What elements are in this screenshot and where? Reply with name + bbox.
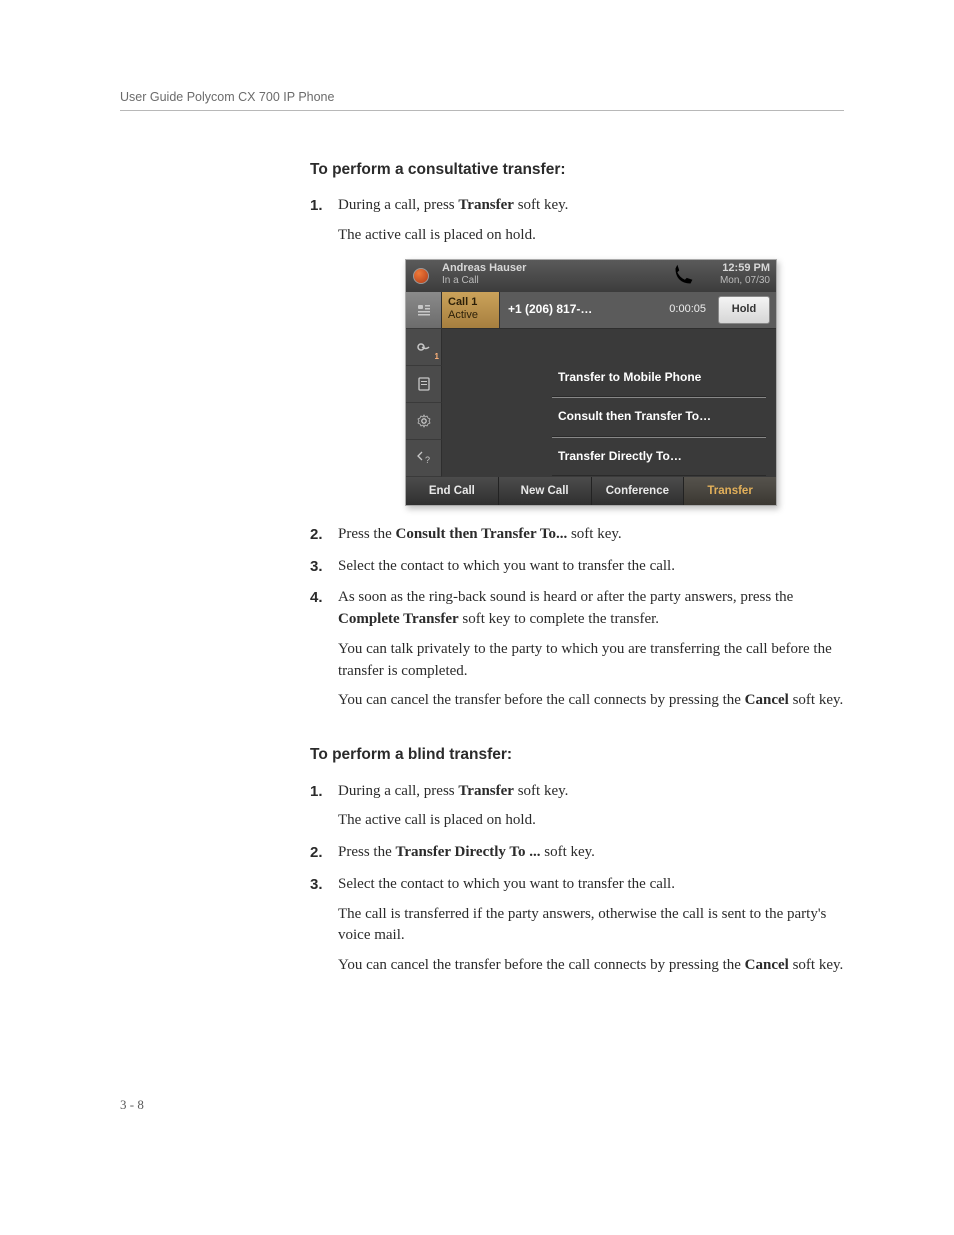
- step-text: Press the Transfer Directly To ... soft …: [338, 844, 595, 860]
- step-number: 2.: [310, 524, 323, 546]
- call-label-line2: Active: [448, 309, 478, 321]
- step-1: 1. During a call, press Transfer soft ke…: [310, 781, 844, 833]
- softkey-end-call[interactable]: End Call: [406, 477, 499, 505]
- help-icon: ?: [416, 450, 432, 466]
- step-note: The call is transferred if the party ans…: [338, 904, 844, 948]
- hold-button[interactable]: Hold: [718, 296, 770, 324]
- step-3: 3. Select the contact to which you want …: [310, 874, 844, 977]
- call-label[interactable]: Call 1 Active: [442, 292, 500, 328]
- sidebar-call-log[interactable]: [406, 366, 442, 403]
- header-user-status: In a Call: [442, 275, 662, 287]
- gear-icon: [416, 413, 432, 429]
- header-clock: 12:59 PM Mon, 07/30: [698, 260, 776, 292]
- call-row: Call 1 Active +1 (206) 817-… 0:00:05 Hol…: [442, 292, 776, 329]
- step-2: 2. Press the Transfer Directly To ... so…: [310, 842, 844, 864]
- step-note: You can cancel the transfer before the c…: [338, 955, 844, 977]
- softkey-transfer[interactable]: Transfer: [684, 477, 776, 505]
- document-body: To perform a consultative transfer: 1. D…: [310, 159, 844, 977]
- call-timer: 0:00:05: [663, 302, 712, 318]
- step-text: Select the contact to which you want to …: [338, 876, 675, 892]
- transfer-menu: Transfer to Mobile Phone Consult then Tr…: [552, 359, 766, 476]
- page-number: 3 - 8: [120, 1097, 844, 1113]
- header-time: 12:59 PM: [704, 262, 770, 275]
- header-date: Mon, 07/30: [704, 275, 770, 287]
- phone-ui: Andreas Hauser In a Call 12:59 PM Mon, 0…: [405, 259, 777, 506]
- step-note: The active call is placed on hold.: [338, 810, 844, 832]
- sidebar-contacts[interactable]: [406, 292, 442, 329]
- step-note: The active call is placed on hold.: [338, 225, 844, 247]
- header-user-name: Andreas Hauser: [442, 262, 662, 275]
- menu-transfer-directly[interactable]: Transfer Directly To…: [552, 437, 766, 476]
- phone-main: Call 1 Active +1 (206) 817-… 0:00:05 Hol…: [442, 292, 776, 477]
- sidebar-settings[interactable]: [406, 403, 442, 440]
- step-text: As soon as the ring-back sound is heard …: [338, 589, 793, 627]
- contacts-icon: [416, 302, 432, 318]
- step-text: Press the Consult then Transfer To... so…: [338, 526, 622, 542]
- presence-indicator: [406, 260, 436, 292]
- step-3: 3. Select the contact to which you want …: [310, 556, 844, 578]
- step-number: 3.: [310, 874, 323, 896]
- step-number: 3.: [310, 556, 323, 578]
- step-note: You can cancel the transfer before the c…: [338, 690, 844, 712]
- forward-icon[interactable]: [668, 260, 698, 292]
- section-heading-consultative: To perform a consultative transfer:: [310, 159, 844, 181]
- step-2: 2. Press the Consult then Transfer To...…: [310, 524, 844, 546]
- menu-consult-transfer[interactable]: Consult then Transfer To…: [552, 397, 766, 436]
- softkey-bar: End Call New Call Conference Transfer: [406, 477, 776, 505]
- phone-forward-icon: [668, 261, 698, 291]
- step-4: 4. As soon as the ring-back sound is hea…: [310, 587, 844, 712]
- header-user: Andreas Hauser In a Call: [436, 260, 668, 292]
- softkey-conference[interactable]: Conference: [592, 477, 685, 505]
- call-number: +1 (206) 817-…: [500, 301, 663, 318]
- sidebar-voicemail[interactable]: 1: [406, 329, 442, 366]
- softkey-new-call[interactable]: New Call: [499, 477, 592, 505]
- step-number: 1.: [310, 195, 323, 217]
- call-label-line1: Call 1: [448, 296, 477, 308]
- call-log-icon: [416, 376, 432, 392]
- running-header: User Guide Polycom CX 700 IP Phone: [120, 90, 844, 111]
- section-heading-blind: To perform a blind transfer:: [310, 744, 844, 766]
- voicemail-badge: 1: [435, 351, 439, 363]
- presence-dot-icon: [413, 268, 429, 284]
- step-number: 4.: [310, 587, 323, 609]
- step-text: During a call, press Transfer soft key.: [338, 197, 568, 213]
- step-number: 2.: [310, 842, 323, 864]
- phone-sidebar: 1 ?: [406, 292, 442, 477]
- step-number: 1.: [310, 781, 323, 803]
- step-1: 1. During a call, press Transfer soft ke…: [310, 195, 844, 506]
- svg-text:?: ?: [425, 455, 430, 465]
- menu-transfer-mobile[interactable]: Transfer to Mobile Phone: [552, 359, 766, 397]
- voicemail-icon: [416, 339, 432, 355]
- phone-header-bar: Andreas Hauser In a Call 12:59 PM Mon, 0…: [406, 260, 776, 292]
- sidebar-help[interactable]: ?: [406, 440, 442, 477]
- step-text: During a call, press Transfer soft key.: [338, 783, 568, 799]
- step-text: Select the contact to which you want to …: [338, 558, 675, 574]
- step-note: You can talk privately to the party to w…: [338, 639, 844, 683]
